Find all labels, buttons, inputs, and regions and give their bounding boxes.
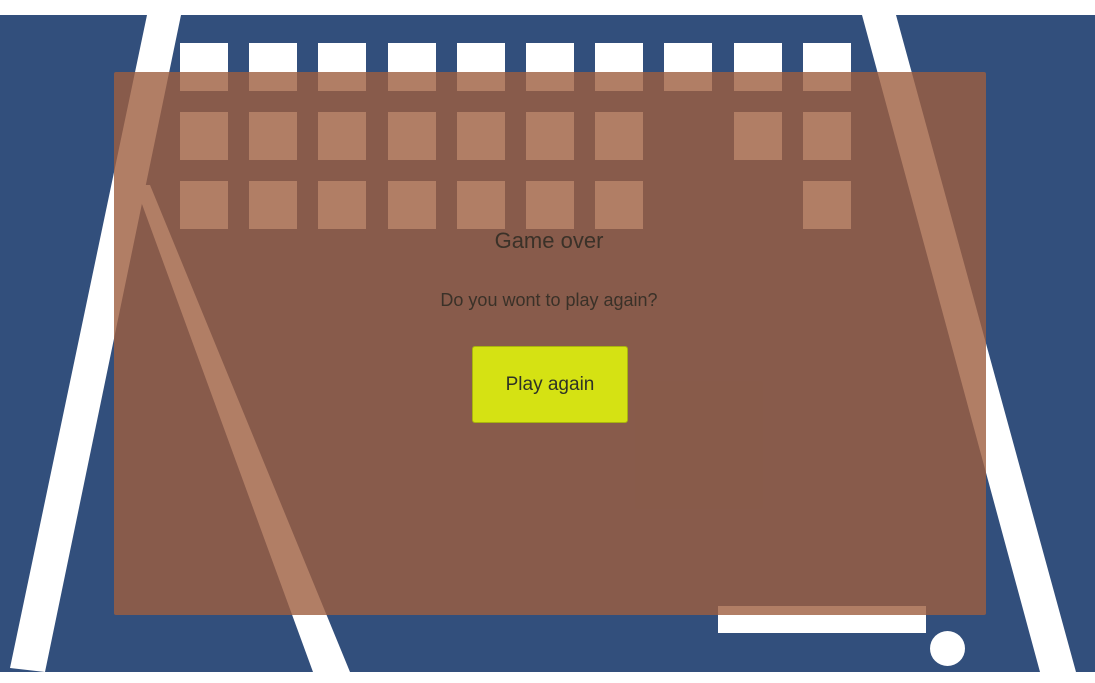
play-again-prompt: Do you wont to play again? [440,290,658,310]
play-again-button[interactable]: Play again [472,346,628,423]
game-over-dialog: Game over Do you wont to play again? Pla… [114,72,986,615]
ball [930,631,965,666]
game-screen: Game over Do you wont to play again? Pla… [0,0,1095,683]
game-over-title: Game over [494,228,604,253]
